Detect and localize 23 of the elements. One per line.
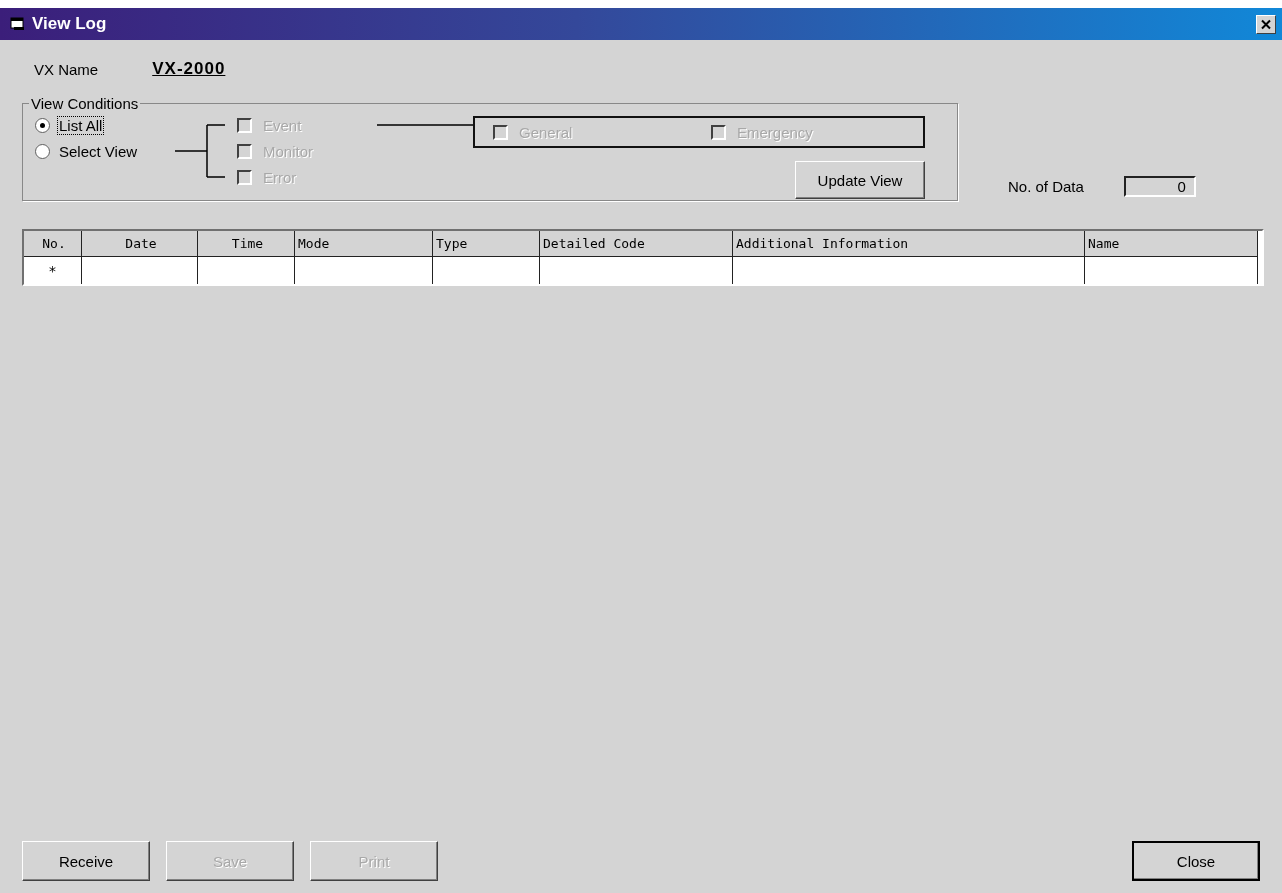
action-button[interactable]: Receive [22,841,150,881]
window-icon [10,17,26,31]
radio-label[interactable]: Select View [58,142,139,160]
radio-button[interactable] [35,143,50,159]
column-header[interactable]: Mode [295,231,433,257]
column-header[interactable]: No. [24,231,82,257]
window-title: View Log [32,14,108,34]
column-header[interactable]: Time [198,231,295,257]
vx-name-label: VX Name [34,60,99,78]
update-view-button[interactable]: Update View [795,161,925,199]
column-header[interactable]: Type [433,231,540,257]
column-header[interactable]: Detailed Code [540,231,733,257]
column-header[interactable]: Name [1085,231,1258,257]
close-icon[interactable] [1256,14,1276,34]
close-button[interactable]: Close [1132,841,1260,881]
data-count-field: 0 [1123,176,1196,197]
group-title: View Conditions [30,95,140,112]
radio-label[interactable]: List All [58,116,104,134]
column-header[interactable]: Additional Information [733,231,1085,257]
column-header[interactable]: Date [82,231,198,257]
data-count-label: No. of Data [1008,178,1084,195]
vx-name-value: VX-2000 [152,59,226,79]
radio-button[interactable] [35,117,50,133]
